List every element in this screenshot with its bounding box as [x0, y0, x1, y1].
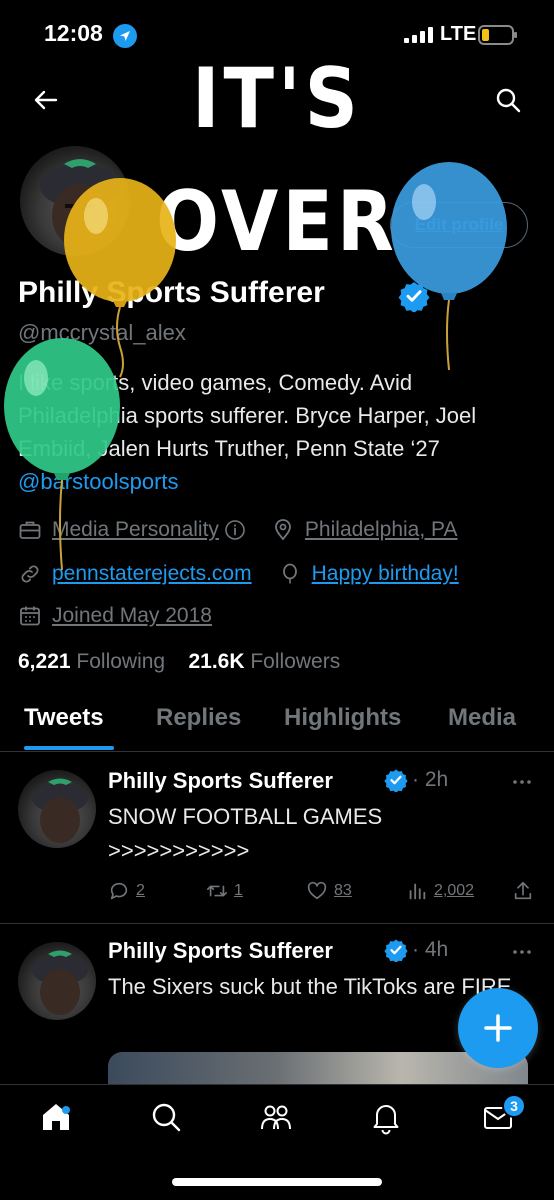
banner-title: IT'S OVER [156, 50, 398, 271]
tweet-item[interactable]: Philly Sports Sufferer · 2h SNOW FOOTBAL… [0, 752, 554, 924]
compose-button[interactable] [458, 988, 538, 1068]
blue-balloon [391, 162, 507, 371]
search-icon[interactable] [148, 1099, 184, 1135]
like-count: 83 [334, 882, 352, 899]
display-name: Philly Sports Sufferer [18, 276, 325, 309]
active-tab-indicator [24, 746, 114, 750]
profile-meta-row-1: Media Personality Philadelphia, PA [18, 518, 457, 542]
tweet-text: SNOW FOOTBALL GAMES >>>>>>>>>>> [108, 804, 383, 863]
tab-highlights[interactable]: Highlights [284, 704, 401, 732]
following-count: 6,221 [18, 650, 71, 673]
plus-icon [484, 1014, 512, 1042]
followers-count: 21.6K [188, 650, 245, 673]
reply-button[interactable]: 2 [108, 880, 145, 902]
tweet-avatar[interactable] [18, 770, 96, 848]
tab-tweets[interactable]: Tweets [24, 704, 104, 732]
tab-media[interactable]: Media [448, 704, 516, 732]
verified-icon [398, 282, 430, 312]
verified-icon [384, 939, 408, 962]
profile-joined: Joined May 2018 [52, 604, 212, 627]
tweet-author-name[interactable]: Philly Sports Sufferer [108, 768, 333, 794]
reply-icon [110, 882, 128, 900]
search-icon[interactable] [494, 86, 522, 114]
like-icon [307, 881, 327, 900]
profile-avatar[interactable] [16, 142, 134, 260]
back-arrow-icon[interactable] [32, 86, 60, 114]
bell-icon[interactable] [368, 1099, 404, 1135]
profile-category[interactable]: Media Personality [52, 518, 219, 542]
profile-location: Philadelphia, PA [304, 518, 458, 541]
home-notification-dot [62, 1106, 70, 1114]
more-icon[interactable] [510, 770, 534, 794]
views-icon [409, 883, 426, 900]
views-count: 2,002 [434, 882, 475, 899]
retweet-icon [207, 885, 227, 897]
profile-meta-row-2: pennstaterejects.com Happy birthday! [18, 562, 459, 586]
bio-mention-link[interactable]: @barstoolsports [18, 469, 179, 494]
followers-link[interactable]: 21.6K Followers [188, 650, 340, 673]
link-icon [21, 565, 39, 583]
info-icon[interactable] [223, 518, 247, 542]
profile-meta-row-3: Joined May 2018 [18, 604, 212, 628]
reply-count: 2 [136, 882, 145, 899]
follow-counts: 6,221 Following 21.6K Followers [18, 650, 340, 674]
views-button[interactable]: 2,002 [406, 880, 474, 902]
home-icon[interactable] [38, 1099, 74, 1135]
more-icon[interactable] [510, 940, 534, 964]
location-pin-icon [275, 519, 291, 541]
following-label: Following [76, 650, 166, 673]
communities-icon[interactable] [258, 1099, 294, 1135]
retweet-button[interactable]: 1 [206, 880, 243, 902]
tab-replies[interactable]: Replies [156, 704, 241, 732]
profile-tabs: Tweets Replies Highlights Media [0, 696, 554, 752]
verified-icon [384, 769, 408, 792]
messages-badge: 3 [502, 1094, 526, 1118]
profile-birthday-link[interactable]: Happy birthday! [312, 562, 459, 586]
bio-text: I like sports, video games, Comedy. Avid… [18, 370, 477, 461]
edit-profile-button[interactable]: Edit profile [390, 202, 528, 248]
balloon-icon [282, 563, 297, 584]
following-link[interactable]: 6,221 Following [18, 650, 165, 673]
followers-label: Followers [250, 650, 341, 673]
tweet-timestamp: · 4h [412, 938, 449, 961]
retweet-count: 1 [234, 882, 243, 899]
like-button[interactable]: 83 [306, 880, 352, 902]
briefcase-icon [19, 521, 41, 539]
home-indicator [172, 1178, 382, 1186]
profile-website-link[interactable]: pennstaterejects.com [52, 562, 252, 586]
tweet-avatar[interactable] [18, 942, 96, 1020]
profile-bio: I like sports, video games, Comedy. Avid… [18, 366, 538, 498]
share-icon[interactable] [512, 880, 534, 902]
tweet-timestamp: · 2h [412, 768, 449, 791]
calendar-icon [20, 606, 40, 626]
profile-handle: @mccrystal_alex [18, 320, 186, 345]
tweet-author-name[interactable]: Philly Sports Sufferer [108, 938, 333, 964]
